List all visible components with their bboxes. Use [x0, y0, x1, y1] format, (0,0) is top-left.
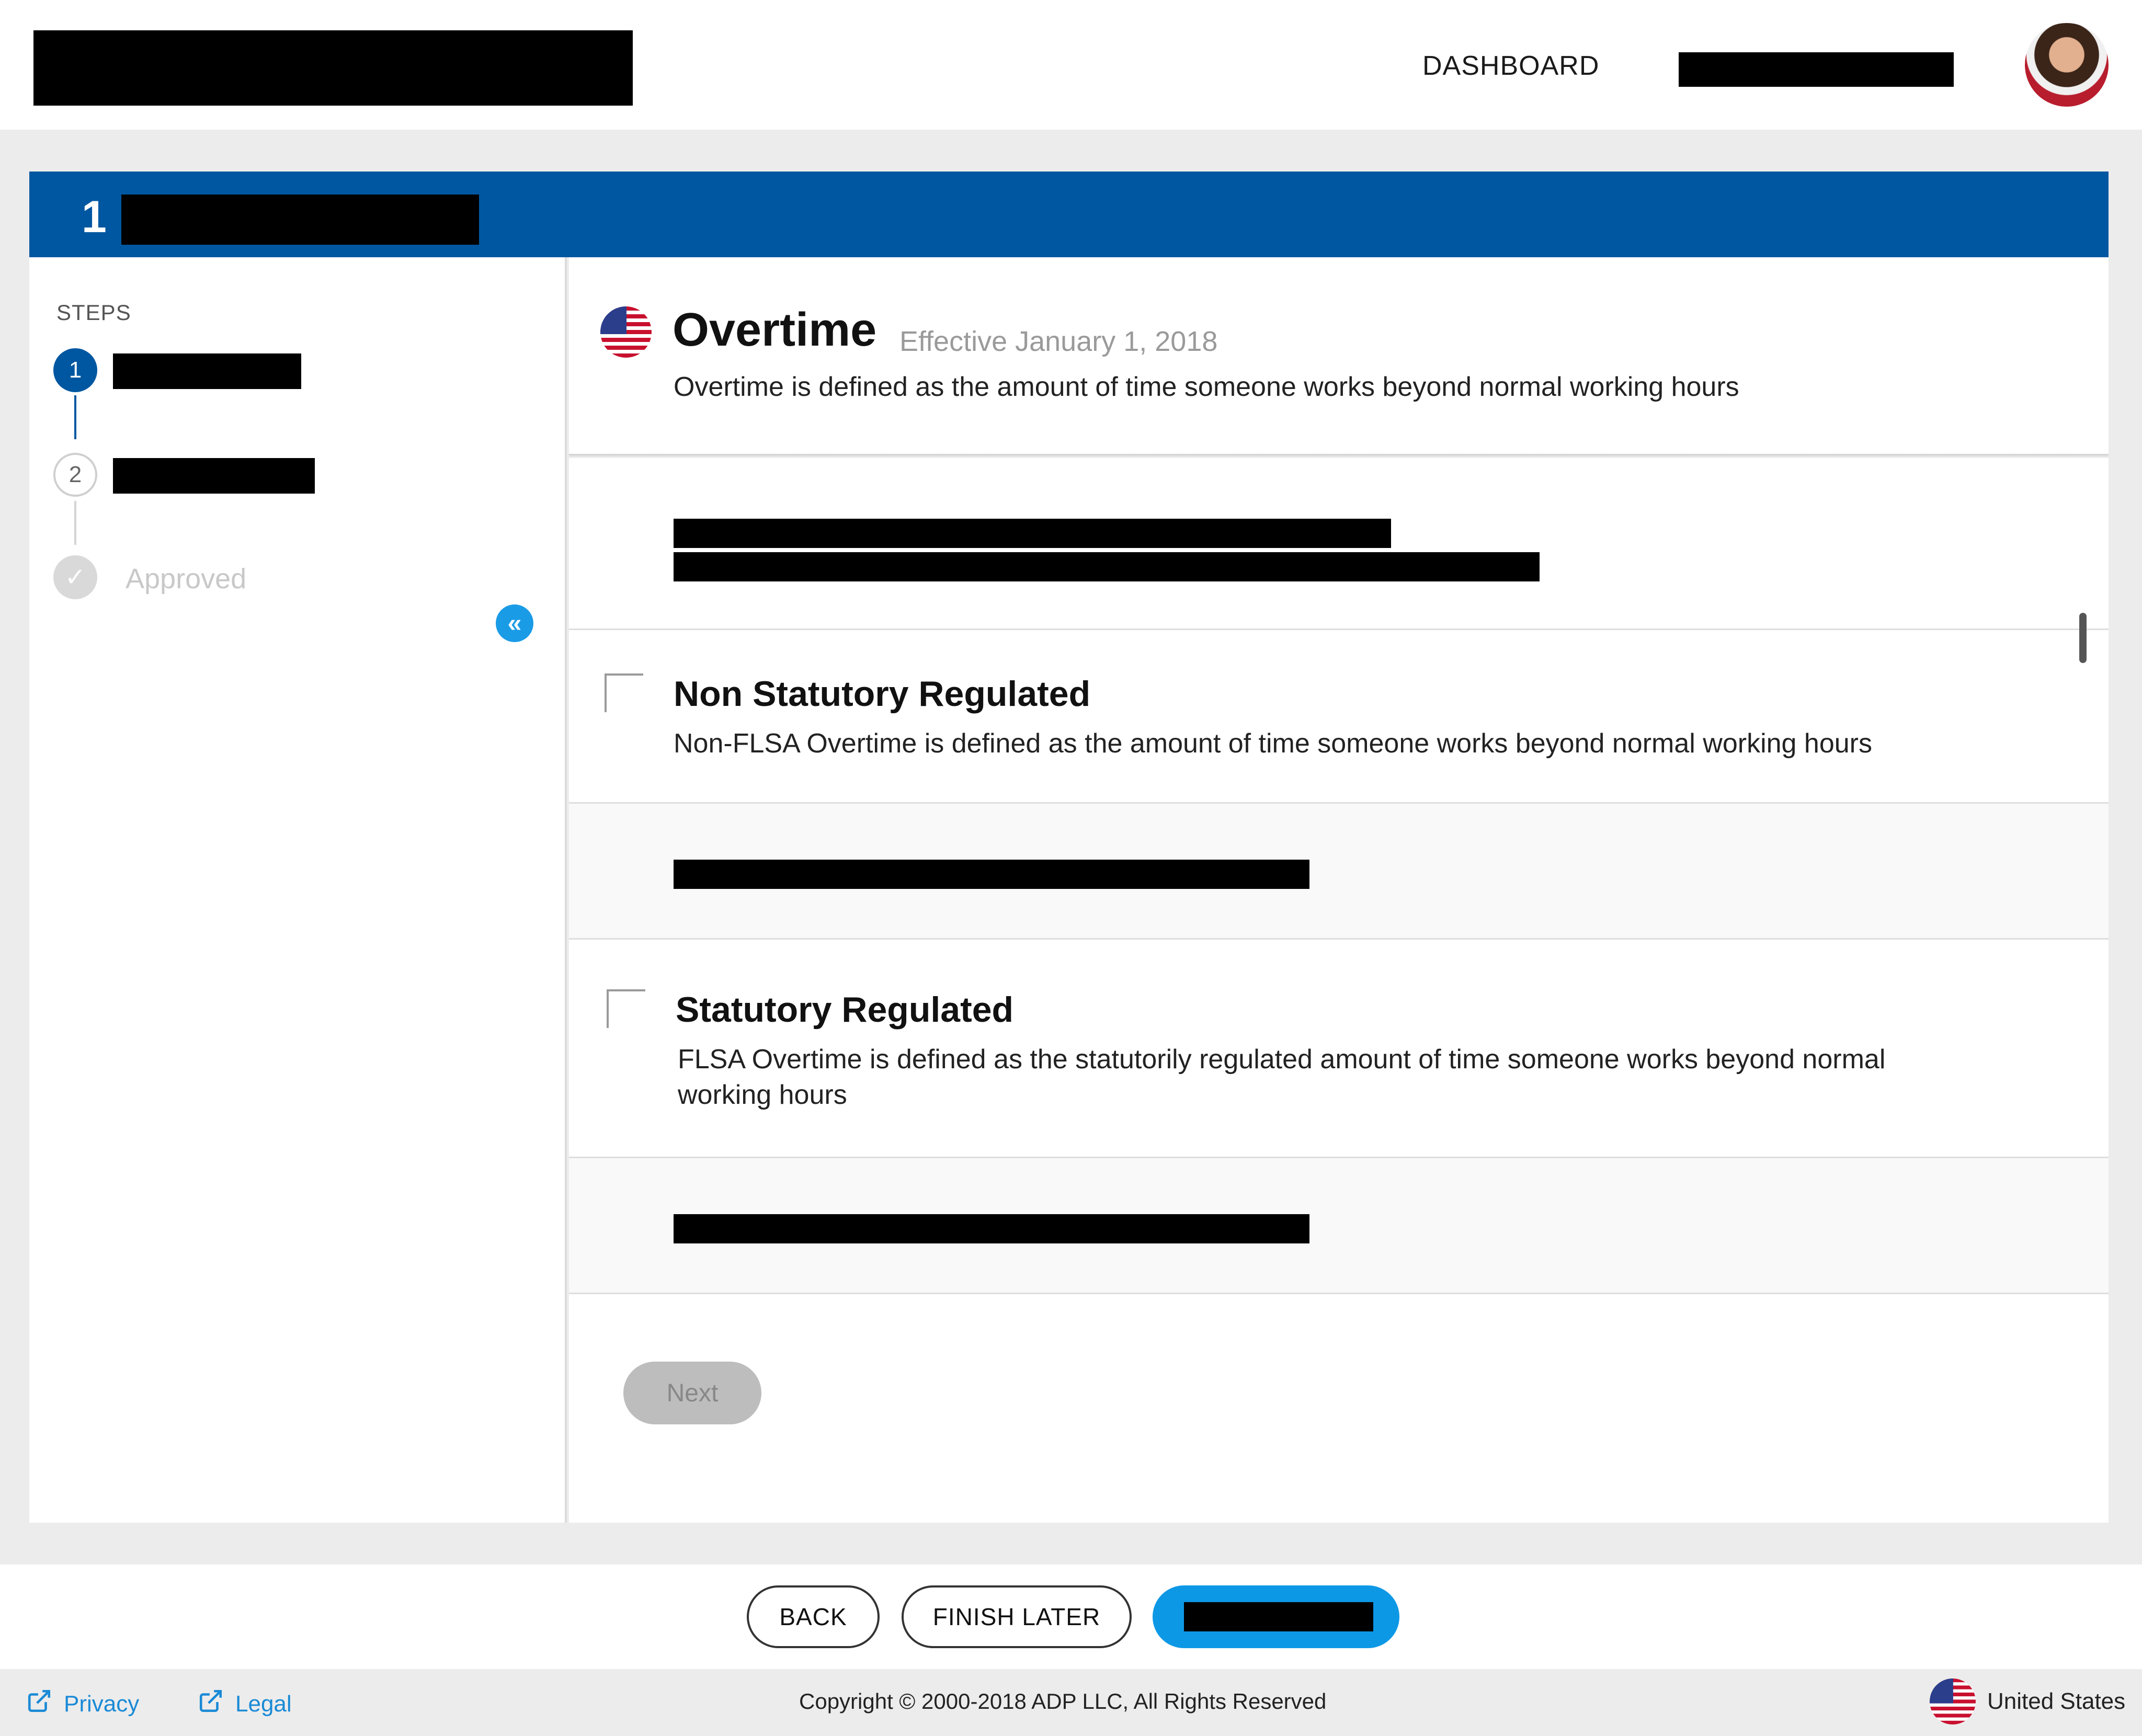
step-2-indicator[interactable]: 2: [53, 453, 97, 497]
redacted-text: [674, 860, 1309, 889]
redacted-text: [674, 552, 1540, 581]
page-footer: Privacy Legal Copyright © 2000-2018 ADP …: [0, 1669, 2142, 1736]
wizard-step-number: 1: [82, 192, 107, 242]
option-title: Statutory Regulated: [676, 990, 1014, 1030]
redacted-step-1-label[interactable]: [113, 353, 301, 389]
external-link-icon: [198, 1688, 224, 1720]
privacy-link[interactable]: Privacy: [26, 1688, 139, 1720]
divider: [569, 629, 2109, 630]
country-label[interactable]: United States: [1987, 1688, 2125, 1715]
submit-button[interactable]: [1153, 1585, 1399, 1648]
back-button[interactable]: BACK: [747, 1585, 880, 1648]
check-icon: ✓: [53, 555, 97, 599]
statutory-checkbox[interactable]: [607, 989, 645, 1028]
redacted-text: [674, 1214, 1309, 1243]
option-description: FLSA Overtime is defined as the statutor…: [678, 1044, 1886, 1110]
redacted-text: [674, 519, 1391, 548]
nav-dashboard-link[interactable]: DASHBOARD: [1422, 50, 1599, 82]
us-flag-icon: [1930, 1678, 1976, 1724]
user-avatar[interactable]: [2025, 23, 2109, 107]
overtime-title: Overtime: [673, 304, 877, 356]
top-header: DASHBOARD: [0, 0, 2142, 130]
legal-link-label[interactable]: Legal: [235, 1691, 292, 1717]
privacy-link-label[interactable]: Privacy: [64, 1691, 139, 1717]
wizard-action-bar: BACK FINISH LATER: [0, 1564, 2142, 1669]
external-link-icon: [26, 1688, 52, 1720]
divider: [569, 1293, 2109, 1294]
double-chevron-left-icon[interactable]: «: [496, 604, 533, 642]
scrollbar-thumb[interactable]: [2079, 613, 2087, 663]
finish-later-button[interactable]: FINISH LATER: [902, 1585, 1132, 1648]
non-statutory-checkbox[interactable]: [605, 673, 643, 712]
country-selector[interactable]: United States: [1930, 1678, 2125, 1724]
copyright-text: Copyright © 2000-2018 ADP LLC, All Right…: [799, 1689, 1327, 1714]
redacted-user-name[interactable]: [1679, 52, 1954, 87]
steps-heading: STEPS: [56, 300, 131, 325]
effective-date: Effective January 1, 2018: [899, 326, 1218, 357]
option-description: Non-FLSA Overtime is defined as the amou…: [674, 728, 1872, 759]
section-divider: [569, 454, 2109, 458]
overtime-description: Overtime is defined as the amount of tim…: [674, 372, 1739, 402]
us-flag-icon: [600, 306, 652, 358]
step-1-indicator[interactable]: 1: [53, 348, 97, 392]
main-content: Overtime Effective January 1, 2018 Overt…: [569, 257, 2109, 1523]
redacted-wizard-title: [121, 195, 479, 245]
step-connector: [74, 501, 76, 545]
next-button[interactable]: Next: [623, 1362, 761, 1424]
step-connector: [74, 395, 76, 439]
redacted-step-2-label[interactable]: [113, 458, 315, 494]
wizard-title-bar: 1: [29, 172, 2109, 257]
step-approved-label: Approved: [126, 563, 247, 595]
divider: [569, 938, 2109, 940]
legal-link[interactable]: Legal: [198, 1688, 292, 1720]
steps-sidebar: STEPS 1 2 ✓ Approved «: [29, 257, 567, 1523]
redacted-button-label: [1184, 1602, 1373, 1631]
option-title: Non Statutory Regulated: [674, 674, 1091, 714]
redacted-logo: [33, 30, 633, 106]
